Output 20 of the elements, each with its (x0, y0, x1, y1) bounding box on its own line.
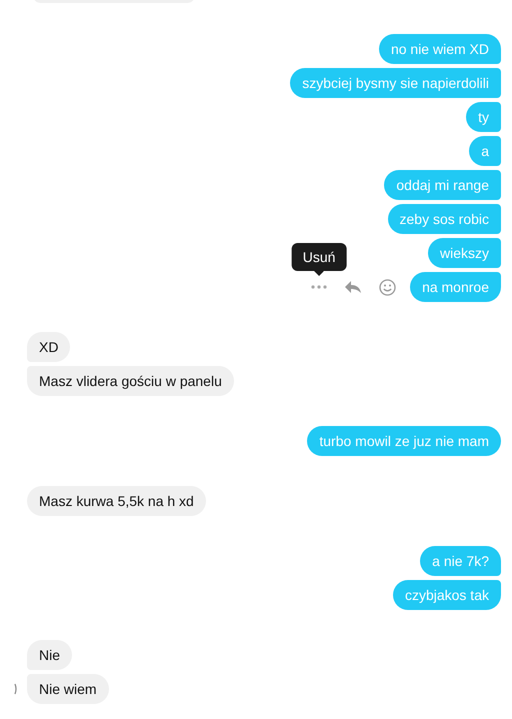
message-bubble: Masz kurwa 5,5k na h xd (27, 486, 206, 516)
message-bubble: czybjakos tak (392, 580, 501, 610)
message-bubble: zeby sos robic (388, 204, 501, 234)
message-bubble: a (469, 136, 501, 166)
message-bubble: szybciej bysmy sie napierdolili (290, 68, 501, 98)
emoji-icon[interactable] (379, 278, 396, 296)
message-bubble: Masz vlidera gościu w panelu (27, 366, 234, 396)
more-icon[interactable] (311, 285, 328, 289)
message-bubble: a nie 7k? (420, 546, 501, 576)
message-bubble: XD (27, 332, 70, 362)
message-bubble: ty (466, 102, 501, 132)
message-bubble: Nie (27, 640, 72, 670)
message-bubble: no nie wiem XD (378, 34, 501, 64)
tooltip: Usuń (292, 243, 346, 276)
message-bubble: wiekszy (428, 238, 501, 268)
message-bubble: turbo mowil ze juz nie mam (307, 426, 501, 456)
message-bubble: oddaj mi range (384, 170, 501, 200)
message-bubble: na monroe (410, 272, 501, 302)
reply-icon[interactable] (345, 280, 362, 294)
message-bubble: Nie wiem (27, 674, 109, 704)
